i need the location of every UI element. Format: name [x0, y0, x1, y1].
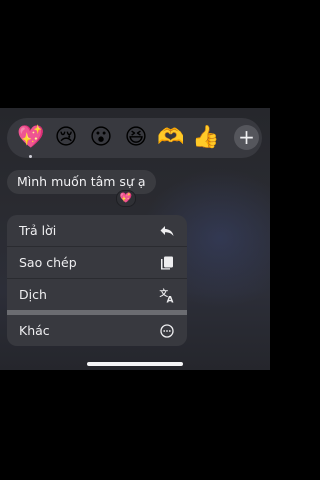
more-circle-icon [159, 323, 175, 339]
menu-item-label: Sao chép [19, 255, 77, 270]
message-reaction-badge[interactable]: 💖 [116, 190, 136, 207]
menu-item-translate[interactable]: Dịch 文A [7, 279, 187, 310]
menu-item-reply[interactable]: Trả lời [7, 215, 187, 246]
menu-item-label: Trả lời [19, 223, 57, 238]
reaction-cry[interactable]: 😢 [52, 124, 80, 152]
reaction-bar: 💖 😢 😮 😆 🫶 👍 + [7, 118, 262, 158]
reaction-heart-sparkle[interactable]: 💖 [17, 124, 45, 158]
reaction-laugh[interactable]: 😆 [122, 124, 150, 152]
reaction-wow[interactable]: 😮 [87, 124, 115, 152]
context-menu: Trả lời Sao chép Dịch 文A Khác [7, 215, 187, 346]
reaction-thumbs-up[interactable]: 👍 [192, 124, 220, 152]
reaction-heart-hands[interactable]: 🫶 [157, 124, 185, 152]
home-indicator[interactable] [87, 362, 183, 366]
translate-icon: 文A [159, 287, 175, 306]
menu-item-label: Khác [19, 323, 50, 338]
reply-icon [159, 223, 175, 239]
add-reaction-button[interactable]: + [234, 125, 259, 150]
copy-icon [159, 255, 175, 271]
menu-item-label: Dịch [19, 287, 47, 302]
message-bubble[interactable]: Mình muốn tâm sự ạ [7, 170, 156, 194]
menu-item-copy[interactable]: Sao chép [7, 247, 187, 278]
svg-text:A: A [167, 296, 174, 304]
menu-item-more[interactable]: Khác [7, 315, 187, 346]
